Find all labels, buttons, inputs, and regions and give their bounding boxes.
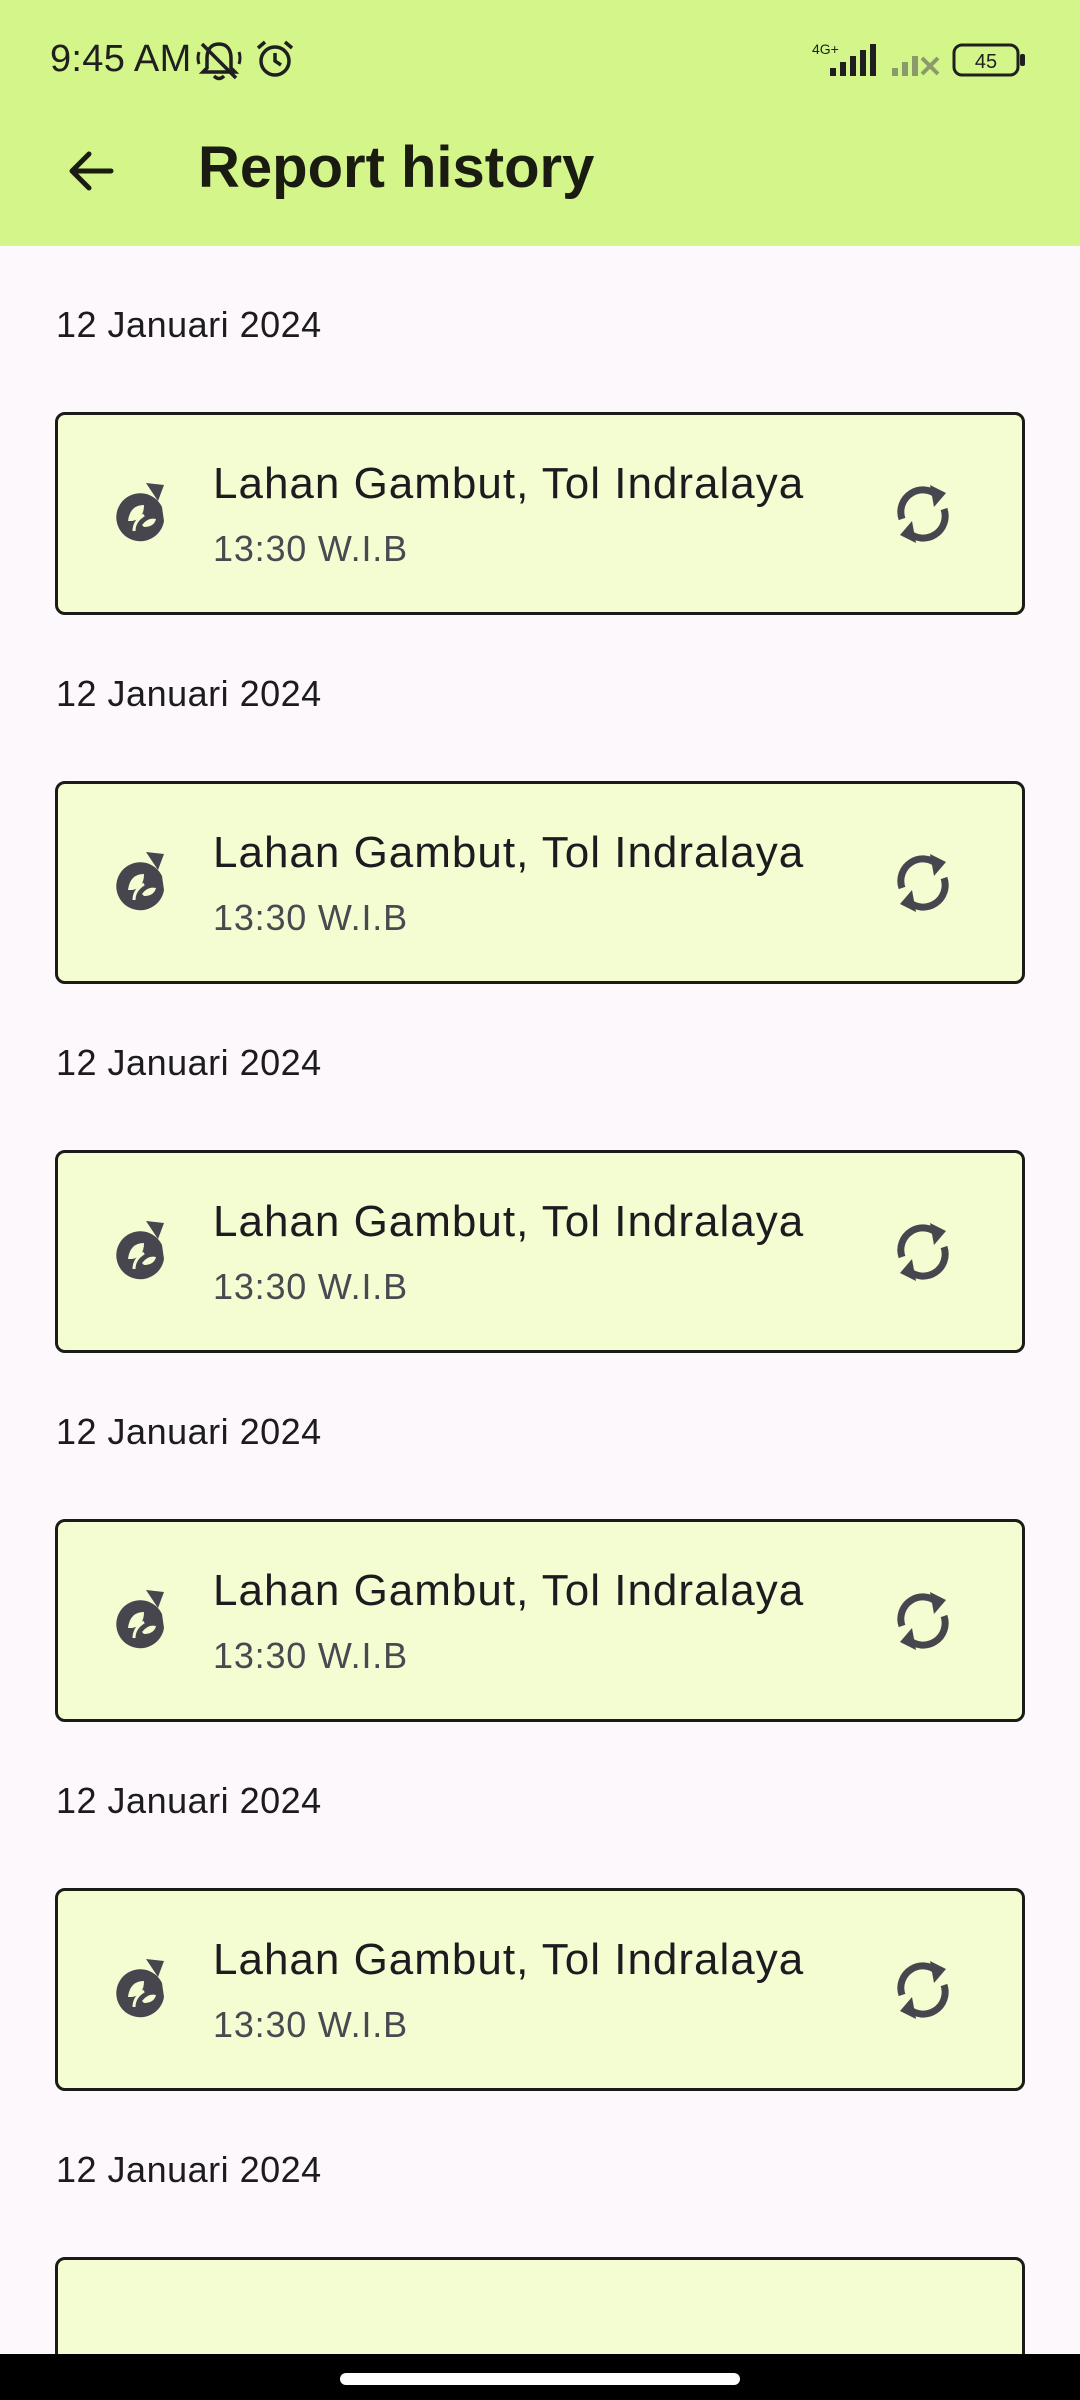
report-time: 13:30 W.I.B xyxy=(213,528,408,569)
report-date: 12 Januari 2024 xyxy=(56,1411,322,1452)
bell-off-icon xyxy=(196,40,242,82)
signal-icon: 4G+ xyxy=(812,40,882,78)
report-location: Lahan Gambut, Tol Indralaya xyxy=(213,1197,805,1246)
navigation-bar xyxy=(0,2354,1080,2400)
report-time: 13:30 W.I.B xyxy=(213,1635,408,1676)
report-time: 13:30 W.I.B xyxy=(213,1266,408,1307)
report-date: 12 Januari 2024 xyxy=(56,1780,322,1821)
report-location: Lahan Gambut, Tol Indralaya xyxy=(213,459,805,508)
report-location: Lahan Gambut, Tol Indralaya xyxy=(213,828,805,877)
report-list[interactable]: 12 Januari 2024 Lahan Gambut, Tol Indral… xyxy=(0,246,1080,2354)
battery-icon: 45 xyxy=(952,42,1026,78)
app-bar: 9:45 AM 4G+ 45 Report history xyxy=(0,0,1080,246)
page-title: Report history xyxy=(198,135,595,200)
report-card[interactable]: Lahan Gambut, Tol Indralaya 13:30 W.I.B xyxy=(55,1150,1025,1353)
status-bar: 9:45 AM 4G+ 45 xyxy=(0,0,1080,122)
report-card[interactable]: Lahan Gambut, Tol Indralaya 13:30 W.I.B xyxy=(55,1888,1025,2091)
sync-icon[interactable] xyxy=(888,848,958,918)
report-date: 12 Januari 2024 xyxy=(56,2149,322,2190)
back-button[interactable] xyxy=(48,128,134,214)
plant-refresh-icon xyxy=(104,477,176,549)
sync-icon[interactable] xyxy=(888,1217,958,1287)
signal-off-icon xyxy=(890,40,942,78)
report-card[interactable] xyxy=(55,2257,1025,2354)
report-location: Lahan Gambut, Tol Indralaya xyxy=(213,1566,805,1615)
sync-icon[interactable] xyxy=(888,1586,958,1656)
sync-icon[interactable] xyxy=(888,479,958,549)
report-location: Lahan Gambut, Tol Indralaya xyxy=(213,1935,805,1984)
sync-icon[interactable] xyxy=(888,1955,958,2025)
report-card[interactable]: Lahan Gambut, Tol Indralaya 13:30 W.I.B xyxy=(55,412,1025,615)
arrow-back-icon xyxy=(69,151,114,191)
plant-refresh-icon xyxy=(104,1215,176,1287)
report-card[interactable]: Lahan Gambut, Tol Indralaya 13:30 W.I.B xyxy=(55,1519,1025,1722)
report-time: 13:30 W.I.B xyxy=(213,2004,408,2045)
network-type: 4G+ xyxy=(812,41,839,57)
report-date: 12 Januari 2024 xyxy=(56,1042,322,1083)
plant-refresh-icon xyxy=(104,1953,176,2025)
battery-level: 45 xyxy=(975,51,997,73)
report-time: 13:30 W.I.B xyxy=(213,897,408,938)
report-date: 12 Januari 2024 xyxy=(56,304,322,345)
report-card[interactable]: Lahan Gambut, Tol Indralaya 13:30 W.I.B xyxy=(55,781,1025,984)
home-gesture-handle[interactable] xyxy=(340,2373,740,2385)
status-time: 9:45 AM xyxy=(50,38,192,80)
plant-refresh-icon xyxy=(104,1584,176,1656)
alarm-icon xyxy=(254,38,296,80)
report-date: 12 Januari 2024 xyxy=(56,673,322,714)
plant-refresh-icon xyxy=(104,846,176,918)
